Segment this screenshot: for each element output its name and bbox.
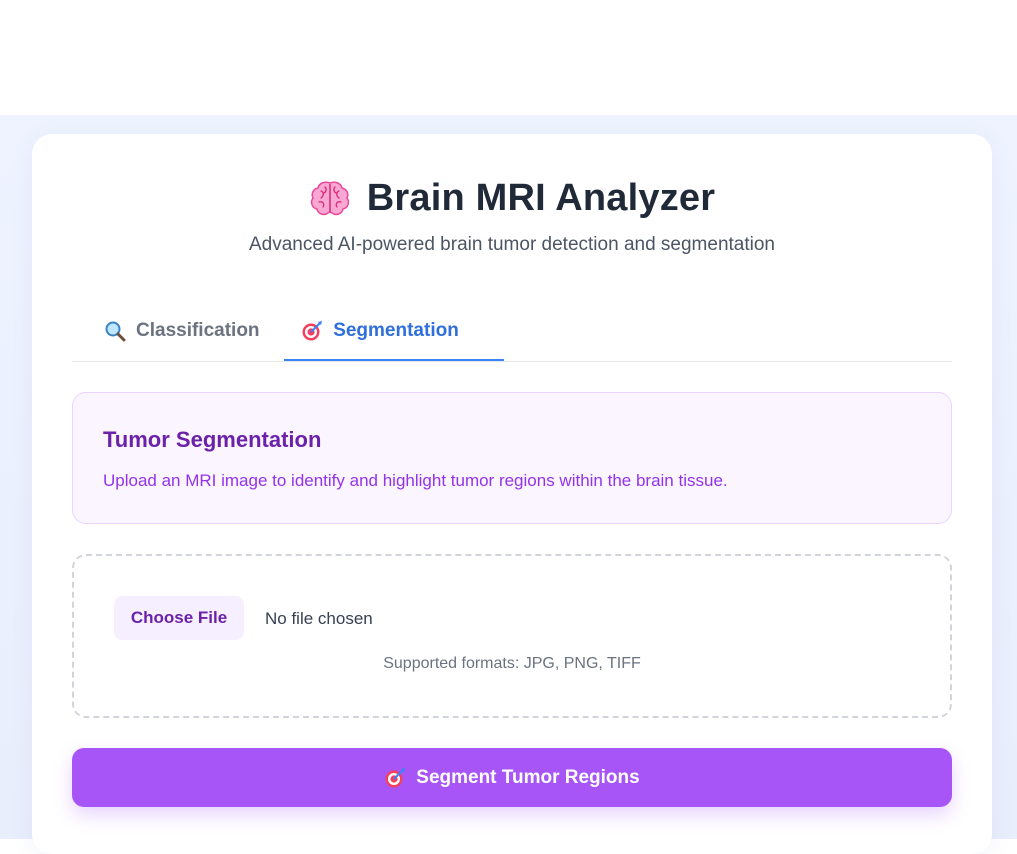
page-title: Brain MRI Analyzer <box>366 176 716 219</box>
segment-button-label: Segment Tumor Regions <box>416 766 640 788</box>
choose-file-button[interactable]: Choose File <box>114 596 244 640</box>
tab-bar: Classification Segmentation <box>72 302 952 362</box>
tab-classification-label: Classification <box>136 320 260 341</box>
header: Brain MRI Analyzer Advanced AI-powered b… <box>32 174 992 256</box>
info-title: Tumor Segmentation <box>103 427 322 452</box>
file-status: No file chosen <box>265 609 373 628</box>
info-description: Upload an MRI image to identify and high… <box>103 471 728 490</box>
tab-classification[interactable]: Classification <box>104 302 260 360</box>
file-upload-dropzone[interactable]: Choose File No file chosen Supported for… <box>72 554 952 718</box>
analyzer-card: Brain MRI Analyzer Advanced AI-powered b… <box>32 134 992 854</box>
tab-segmentation[interactable]: Segmentation <box>284 302 504 361</box>
title-row: Brain MRI Analyzer <box>32 174 992 222</box>
tab-segmentation-label: Segmentation <box>333 319 459 341</box>
tab-segmentation-content: Segmentation <box>301 320 459 342</box>
page-subtitle: Advanced AI-powered brain tumor detectio… <box>249 234 775 255</box>
segment-button[interactable]: Segment Tumor Regions <box>72 748 952 807</box>
target-icon <box>301 320 323 342</box>
info-panel: Tumor Segmentation Upload an MRI image t… <box>72 392 952 524</box>
magnifier-icon <box>104 320 126 342</box>
target-icon <box>384 767 406 789</box>
brain-icon <box>309 177 351 219</box>
supported-formats: Supported formats: JPG, PNG, TIFF <box>383 655 641 672</box>
